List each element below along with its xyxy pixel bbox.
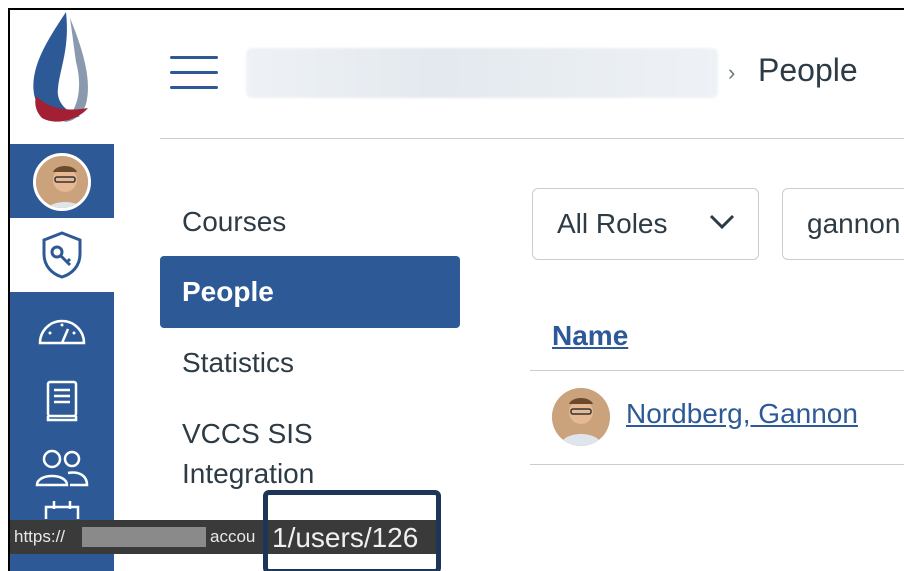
- status-url-middle: accou: [210, 527, 256, 546]
- section-link-courses[interactable]: Courses: [160, 202, 460, 243]
- dashboard-nav-item[interactable]: [10, 304, 114, 354]
- account-nav-item[interactable]: [10, 150, 114, 214]
- table-header-divider: [530, 370, 904, 371]
- breadcrumb-redacted: [246, 48, 718, 98]
- name-column-header[interactable]: Name: [552, 320, 628, 352]
- role-filter-value: All Roles: [557, 208, 668, 239]
- section-link-statistics[interactable]: Statistics: [160, 343, 460, 384]
- chevron-down-icon: [709, 214, 735, 230]
- courses-nav-item[interactable]: [10, 374, 114, 428]
- avatar: [33, 153, 91, 211]
- dashboard-gauge-icon: [38, 319, 86, 345]
- table-row-divider: [530, 464, 904, 465]
- people-search-input[interactable]: gannon: [782, 188, 904, 260]
- breadcrumb-current-page: People: [758, 52, 858, 88]
- search-input-value: gannon: [807, 208, 901, 239]
- section-link-vccs-sis[interactable]: VCCS SIS: [160, 414, 460, 455]
- calendar-icon: [44, 501, 80, 519]
- user-name-link[interactable]: Nordberg, Gannon: [626, 398, 858, 430]
- global-navigation: [10, 10, 114, 571]
- hamburger-menu-button[interactable]: [170, 56, 218, 90]
- app-frame: › People Courses People Statistics VCCS …: [8, 8, 904, 571]
- role-filter-select[interactable]: All Roles: [532, 188, 759, 260]
- status-url-redacted: [82, 527, 206, 547]
- shield-key-icon: [42, 231, 82, 279]
- header-divider: [160, 138, 904, 139]
- status-url-prefix: https://: [14, 527, 66, 546]
- user-avatar: [552, 388, 610, 446]
- book-icon: [46, 380, 78, 422]
- groups-nav-item[interactable]: [10, 442, 114, 492]
- people-icon: [35, 449, 89, 487]
- section-link-people[interactable]: People: [160, 256, 460, 328]
- url-highlight-box: [263, 490, 441, 571]
- college-logo[interactable]: [26, 12, 98, 130]
- admin-nav-item[interactable]: [10, 218, 114, 292]
- section-link-integration[interactable]: Integration: [160, 454, 460, 495]
- calendar-nav-item[interactable]: [10, 498, 114, 520]
- breadcrumb-separator: ›: [728, 60, 736, 85]
